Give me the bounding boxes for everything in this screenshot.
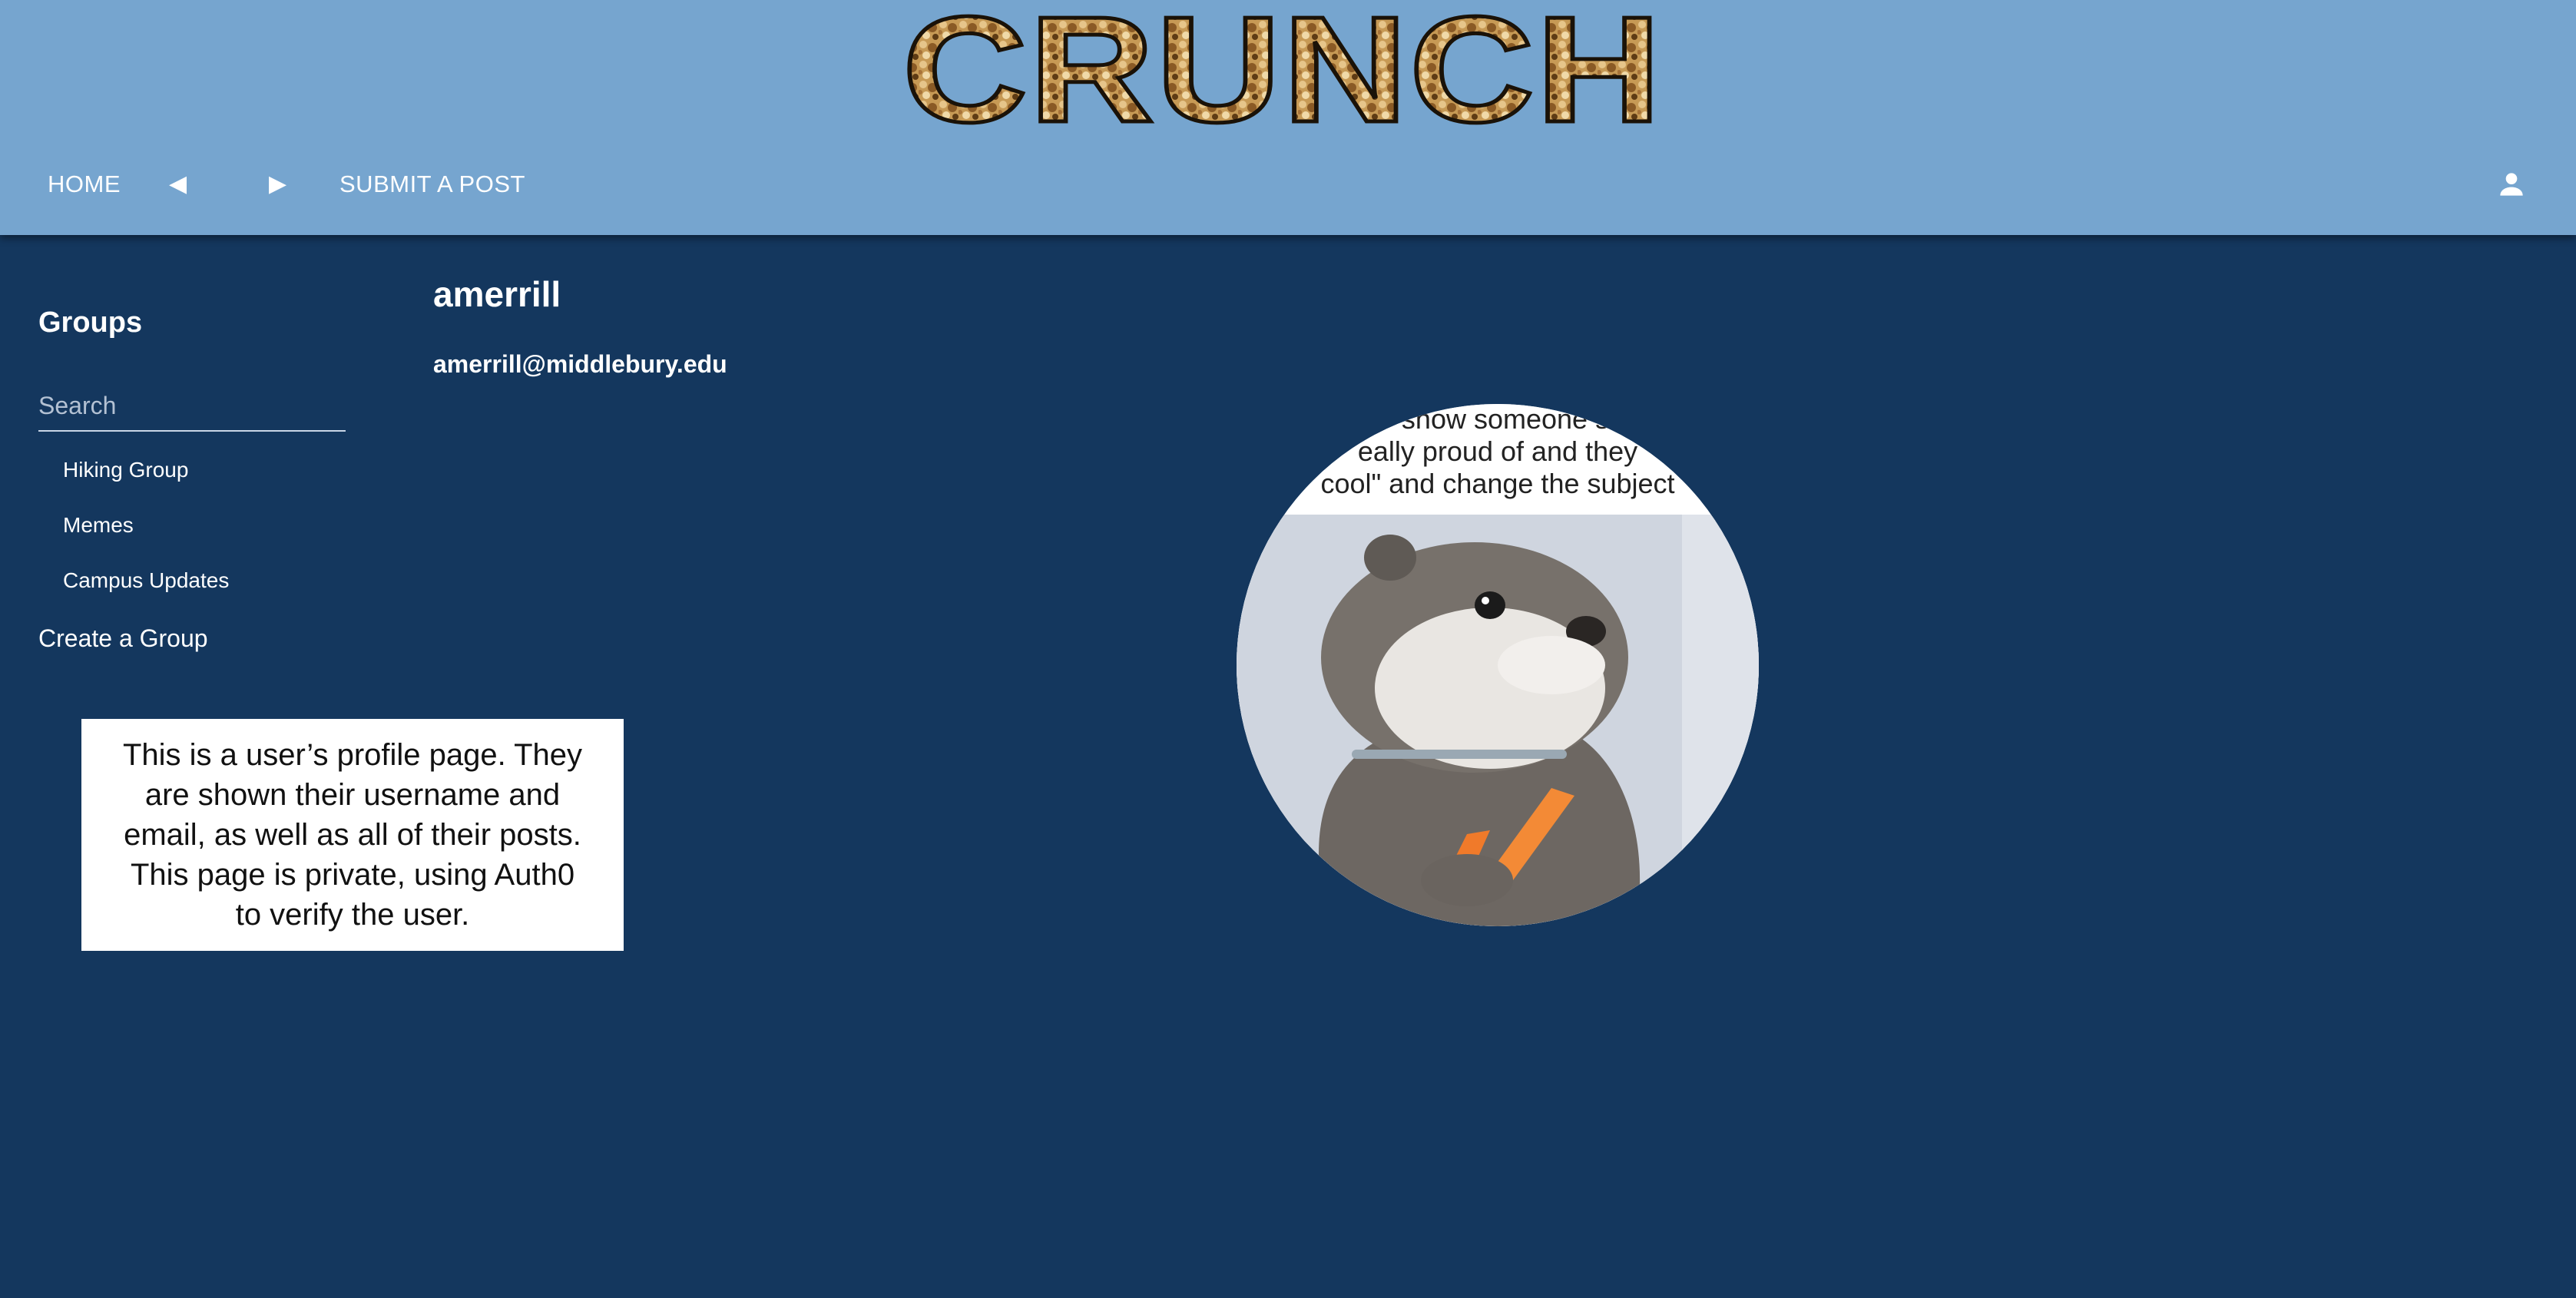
groups-sidebar: Groups Hiking Group Memes Campus Updates… (38, 300, 346, 665)
person-icon[interactable] (2495, 167, 2528, 201)
annotation-text: This is a user’s profile page. They are … (122, 738, 583, 932)
submit-post-link[interactable]: SUBMIT A POST (339, 154, 525, 215)
svg-text:CRUNCH: CRUNCH (902, 0, 1663, 132)
crunch-logo[interactable]: CRUNCH (899, 0, 1667, 132)
group-item-hiking[interactable]: Hiking Group (38, 442, 346, 498)
main-nav: HOME ◀ ▶ SUBMIT A POST (0, 154, 2576, 215)
group-item-memes[interactable]: Memes (38, 498, 346, 553)
group-search-input[interactable] (38, 382, 346, 429)
back-arrow-icon[interactable]: ◀ (169, 154, 187, 215)
profile-username: amerrill (433, 274, 561, 314)
avatar-caption-line-1: show someone s (1402, 404, 1609, 435)
groups-heading: Groups (38, 306, 143, 339)
nav-home-link[interactable]: HOME (48, 154, 121, 215)
annotation-note: This is a user’s profile page. They are … (81, 719, 624, 951)
avatar-caption-line-3: cool" and change the subject (1320, 468, 1674, 499)
avatar-caption-line-2: eally proud of and they (1358, 435, 1637, 467)
profile-avatar: show someone s eally proud of and they c… (1237, 404, 1759, 926)
forward-arrow-icon[interactable]: ▶ (269, 154, 287, 215)
group-search-field (38, 382, 346, 432)
create-group-link[interactable]: Create a Group (38, 611, 346, 665)
group-item-campus-updates[interactable]: Campus Updates (38, 553, 346, 608)
top-header: CRUNCH HOME ◀ ▶ SUBMIT A POST (0, 0, 2576, 235)
otter-illustration (1318, 535, 1641, 926)
profile-email: amerrill@middlebury.edu (433, 350, 727, 378)
group-list: Hiking Group Memes Campus Updates (38, 442, 346, 608)
